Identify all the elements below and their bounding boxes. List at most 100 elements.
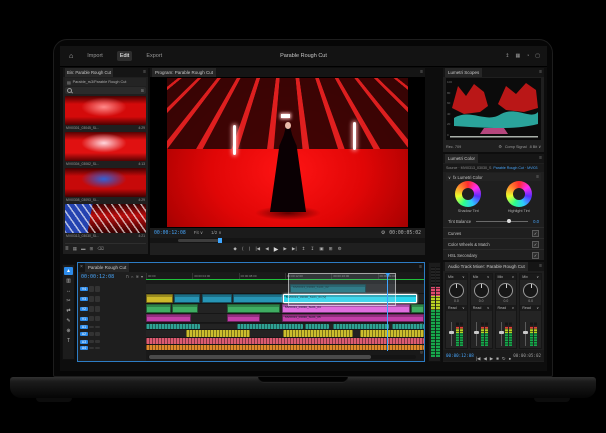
track-target-a1[interactable]: A1	[80, 325, 88, 329]
timeline-clip[interactable]	[146, 345, 424, 350]
list-view-icon[interactable]: ≣	[65, 246, 69, 252]
go-to-in-icon[interactable]: |◀	[476, 356, 481, 361]
track-toggle[interactable]	[89, 306, 94, 312]
track-toggle[interactable]	[95, 326, 100, 328]
track-header-a2[interactable]: A2	[78, 331, 146, 337]
timeline-clip[interactable]	[411, 304, 424, 313]
bin-item[interactable]: MVI0313_03030_SL..4:21	[65, 204, 146, 238]
timeline-clip[interactable]	[186, 330, 250, 337]
timeline-playhead[interactable]	[387, 273, 388, 351]
track-header-v3[interactable]: V3	[78, 295, 146, 303]
track-toggle[interactable]	[95, 286, 100, 292]
fader-thumb[interactable]	[449, 331, 454, 334]
timeline-clip[interactable]	[283, 330, 353, 337]
shadow-tint-wheel[interactable]	[455, 181, 481, 207]
track-header-a4[interactable]: A4	[78, 346, 146, 350]
timeline-clip[interactable]	[174, 294, 201, 303]
track-header-v2[interactable]: V2	[78, 305, 146, 313]
close-icon[interactable]: ×	[80, 263, 83, 272]
track-target-a2[interactable]: A2	[80, 332, 88, 336]
snap-icon[interactable]: ∩	[131, 274, 134, 279]
track-toggle[interactable]	[95, 332, 100, 336]
timeline-clip[interactable]	[305, 324, 330, 329]
bus-dropdown[interactable]: Mix∨	[520, 274, 541, 280]
pan-knob[interactable]	[498, 283, 513, 298]
lumetri-section-row[interactable]: HSL Secondary✓	[443, 249, 544, 260]
pan-knob[interactable]	[449, 283, 464, 298]
pan-knob[interactable]	[523, 283, 538, 298]
tint-balance-slider[interactable]	[476, 221, 528, 222]
tab-import[interactable]: Import	[84, 51, 106, 61]
settings-icon[interactable]: ⚙	[338, 246, 342, 252]
program-video-frame[interactable]	[167, 78, 408, 227]
go-to-out-icon[interactable]: ▶|	[292, 246, 297, 252]
timeline-clip[interactable]	[202, 294, 233, 303]
panel-menu-icon[interactable]: ≡	[420, 68, 423, 77]
progress-icon[interactable]: ◔	[526, 53, 529, 59]
marker-icon[interactable]: ▾	[141, 274, 143, 279]
insert-overwrite-icon[interactable]: ⊓	[126, 274, 129, 279]
track-toggle[interactable]	[89, 326, 94, 328]
timeline-clip[interactable]	[146, 324, 200, 329]
hand-tool[interactable]: ⊕	[64, 327, 73, 335]
go-to-in-icon[interactable]: |◀	[255, 246, 260, 252]
lumetri-section-row[interactable]: Curves✓	[443, 227, 544, 238]
timeline-clip[interactable]	[146, 338, 424, 344]
lift-icon[interactable]: ↥	[302, 246, 306, 252]
bin-tab[interactable]: Bin: Parable Rough Cut	[65, 68, 113, 77]
track-target-v4[interactable]: V4	[80, 287, 88, 291]
fader-thumb[interactable]	[474, 331, 479, 334]
slip-tool[interactable]: ⇄	[64, 307, 73, 315]
wrench-icon[interactable]: ⚙	[498, 144, 501, 149]
fader-thumb[interactable]	[523, 331, 528, 334]
fit-dropdown[interactable]: Fit ∨	[194, 230, 203, 236]
lumetri-tab[interactable]: Lumetri Color	[445, 154, 478, 163]
timeline-lanes[interactable]: 00:0000:00:04:0000:00:08:0000:00:12:0000…	[146, 272, 424, 361]
track-header-a1[interactable]: A1	[78, 325, 146, 329]
pen-tool[interactable]: ✎	[64, 317, 73, 325]
track-toggle[interactable]	[89, 347, 94, 349]
quick-export-icon[interactable]: ↥	[505, 53, 509, 59]
mixer-channel-strip[interactable]: Mix∨0.0Read∨	[519, 273, 542, 349]
track-header-v4[interactable]: V4	[78, 285, 146, 293]
sequence-clip-link[interactable]: Parable Rough Cut · MVI03	[493, 166, 537, 170]
mixer-tab[interactable]: Audio Track Mixer: Parable Rough Cut	[445, 262, 528, 271]
step-back-icon[interactable]: ◀	[483, 356, 486, 361]
automation-dropdown[interactable]: Read∨	[471, 305, 492, 311]
automation-dropdown[interactable]: Read∨	[520, 305, 541, 311]
section-checkbox[interactable]: ✓	[532, 241, 539, 248]
track-target-a4[interactable]: A4	[80, 346, 88, 350]
section-checkbox[interactable]: ✓	[532, 252, 539, 259]
track-header-a3[interactable]: A3	[78, 339, 146, 344]
step-forward-icon[interactable]: ▶	[283, 246, 287, 252]
timeline-h-scrollbar[interactable]	[148, 355, 416, 359]
play-icon[interactable]: ▶	[274, 246, 279, 253]
bin-item[interactable]: MVI0308_03093_SL..4:29	[65, 168, 146, 202]
track-header-v1[interactable]: V1	[78, 315, 146, 322]
timeline-clip[interactable]	[237, 324, 303, 329]
track-toggle[interactable]	[95, 306, 100, 312]
program-zoom-bar[interactable]	[178, 239, 222, 242]
pan-knob[interactable]	[474, 283, 489, 298]
timeline-tab[interactable]: Parable Rough Cut	[85, 263, 129, 272]
stop-icon[interactable]: ■	[496, 356, 499, 361]
tab-export[interactable]: Export	[143, 51, 165, 61]
bus-dropdown[interactable]: Mix∨	[471, 274, 492, 280]
loop-icon[interactable]: ↻	[502, 356, 506, 361]
track-target-a3[interactable]: A3	[80, 340, 88, 344]
mixer-channel-strip[interactable]: Mix∨0.0Read∨	[445, 273, 468, 349]
window-layout-icon[interactable]: ▢	[535, 53, 540, 59]
track-toggle[interactable]	[89, 332, 94, 336]
razor-tool[interactable]: ✂	[64, 297, 73, 305]
lumetri-section-row[interactable]: Color Wheels & Match✓	[443, 238, 544, 249]
comparison-view-icon[interactable]: ⊞	[329, 246, 333, 252]
track-toggle[interactable]	[95, 340, 100, 343]
volume-fader[interactable]	[525, 322, 526, 346]
bin-item[interactable]: MVI0301_03045_SL..4:29	[65, 96, 146, 130]
bin-item[interactable]: MVI0304_03062_SL..4:13	[65, 132, 146, 166]
mixer-channel-strip[interactable]: Mix∨0.0Read∨	[470, 273, 493, 349]
track-target-v3[interactable]: V3	[80, 297, 88, 301]
signal-label[interactable]: Comp Signal	[505, 145, 527, 149]
fader-thumb[interactable]	[499, 331, 504, 334]
panel-menu-icon[interactable]: ≡	[539, 154, 542, 163]
